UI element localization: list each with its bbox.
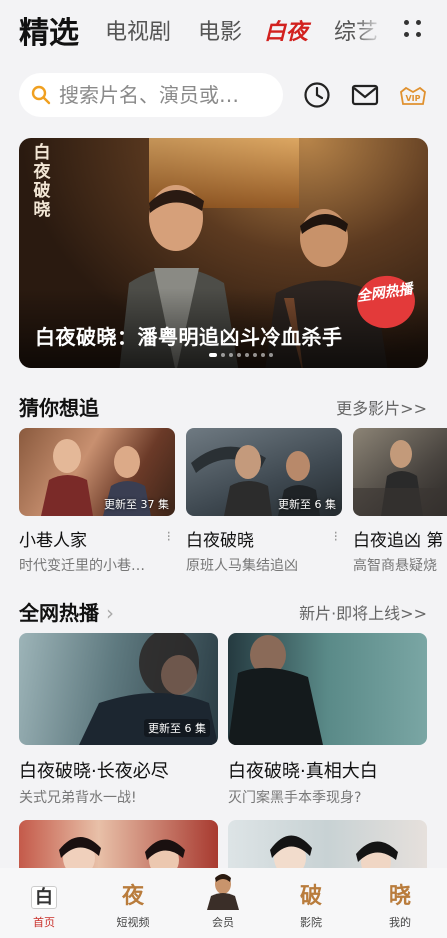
search-input[interactable]: [59, 83, 269, 107]
hot-thumb: 更新至 6 集: [19, 633, 218, 745]
show-desc: 关式兄弟背水一战!: [19, 790, 137, 806]
tab-movies[interactable]: 电影: [198, 14, 242, 46]
hot-card[interactable]: 更新至 6 集 白夜破晓·长夜必尽 关式兄弟背水一战!: [19, 633, 218, 807]
history-icon[interactable]: [302, 80, 332, 110]
guess-card[interactable]: 白夜追凶 第 高智商悬疑烧: [353, 428, 447, 575]
hot-card[interactable]: 白夜破晓·真相大白 灭门案黑手本季现身?: [228, 633, 427, 807]
short-video-icon: 夜: [121, 883, 144, 909]
guess-card[interactable]: 更新至 6 集 白夜破晓 原班人马集结追凶 ⁝: [186, 428, 342, 575]
banner-title: 白夜破晓：潘粤明追凶斗冷血杀手: [35, 325, 343, 349]
more-tabs-icon[interactable]: [402, 18, 424, 40]
search-icon: [31, 85, 51, 105]
more-options-icon[interactable]: ⁝: [167, 529, 171, 545]
carousel-dots[interactable]: [209, 353, 273, 357]
show-desc: 原班人马集结追凶: [186, 558, 298, 574]
nav-vip[interactable]: 会员: [193, 874, 253, 930]
guess-thumb: 更新至 37 集: [19, 428, 175, 516]
top-tab-bar: 精选 电视剧 电影 白夜 综艺: [0, 0, 447, 60]
bottom-nav: 白 首页 夜 短视频 会员 破 影院 晓 我的: [0, 868, 447, 938]
episode-badge: 更新至 6 集: [278, 498, 336, 511]
search-bar[interactable]: [19, 73, 283, 117]
tab-featured[interactable]: 精选: [19, 8, 79, 52]
hot-thumb-art: [228, 635, 323, 745]
member-avatar-icon: [193, 874, 253, 912]
more-options-icon[interactable]: ⁝: [334, 529, 338, 545]
show-desc: 高智商悬疑烧: [353, 558, 437, 574]
nav-short-video[interactable]: 夜 短视频: [103, 880, 163, 930]
upcoming-link[interactable]: 新片·即将上线>>: [299, 600, 427, 624]
vip-icon[interactable]: VIP: [398, 80, 428, 110]
hero-banner[interactable]: 白夜破晓 全网热播 白夜破晓：潘粤明追凶斗冷血杀手: [19, 138, 428, 368]
guess-section-title: 猜你想追: [19, 396, 99, 420]
mail-icon[interactable]: [350, 80, 380, 110]
vip-label: VIP: [405, 94, 420, 103]
show-name: 白夜破晓·长夜必尽: [19, 761, 169, 782]
guess-thumb: 更新至 6 集: [186, 428, 342, 516]
guess-card[interactable]: 更新至 37 集 小巷人家 时代变迁里的小巷… ⁝: [19, 428, 175, 575]
banner-logo: 白夜破晓: [33, 143, 51, 220]
episode-badge: 更新至 37 集: [104, 498, 169, 511]
show-desc: 时代变迁里的小巷…: [19, 558, 145, 574]
nav-profile[interactable]: 晓 我的: [370, 880, 430, 930]
tab-baiye[interactable]: 白夜: [264, 14, 308, 46]
episode-badge: 更新至 6 集: [144, 719, 210, 737]
guess-thumb-art: [353, 440, 447, 516]
show-name: 白夜追凶 第: [353, 531, 444, 551]
profile-icon: 晓: [388, 883, 411, 909]
nav-cinema[interactable]: 破 影院: [281, 880, 341, 930]
show-name: 白夜破晓: [186, 531, 254, 551]
home-icon: 白: [14, 880, 74, 912]
tab-tv-series[interactable]: 电视剧: [105, 14, 171, 46]
chevron-right-icon: ›: [105, 601, 114, 625]
show-name: 小巷人家: [19, 531, 87, 551]
guess-thumb: [353, 428, 447, 516]
nav-home[interactable]: 白 首页: [14, 880, 74, 930]
hot-thumb: [228, 633, 427, 745]
cinema-icon: 破: [299, 883, 322, 909]
tab-variety[interactable]: 综艺: [334, 14, 384, 46]
more-movies-link[interactable]: 更多影片>>: [336, 395, 427, 419]
show-name: 白夜破晓·真相大白: [228, 761, 378, 782]
hot-section-title[interactable]: 全网热播 ›: [19, 597, 114, 626]
show-desc: 灭门案黑手本季现身?: [228, 790, 362, 806]
